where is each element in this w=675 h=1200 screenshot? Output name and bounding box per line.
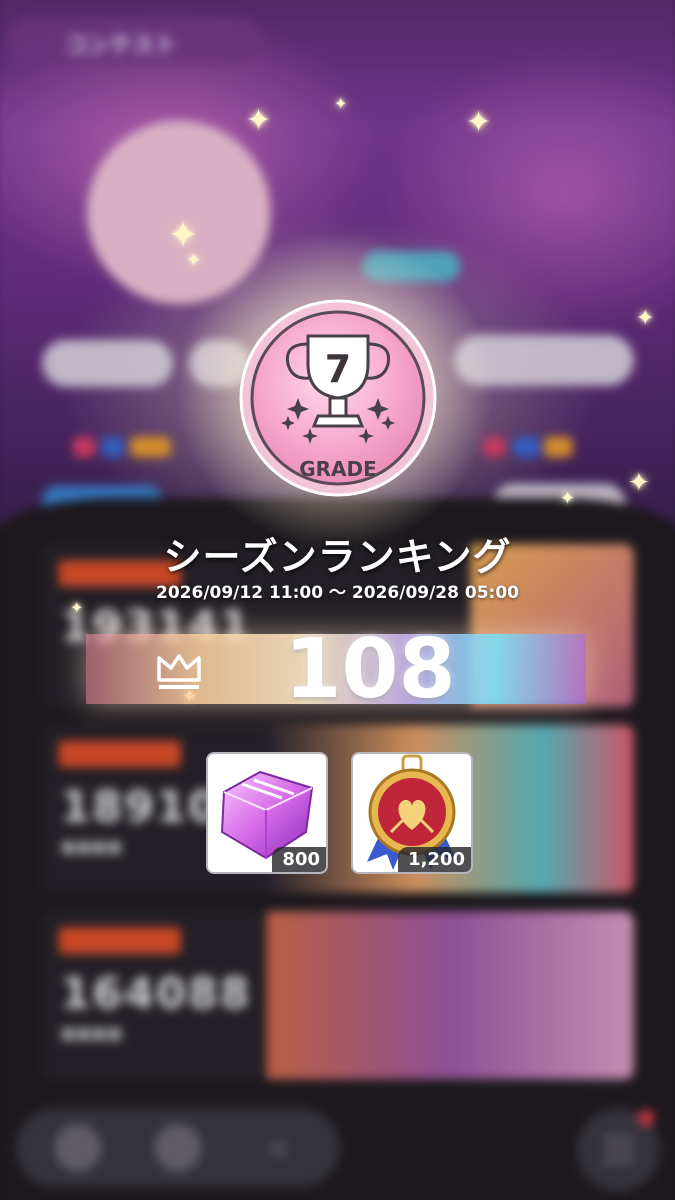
sparkle-icon: ✦	[186, 250, 202, 271]
reward-item[interactable]: 800	[206, 752, 328, 874]
grade-label: GRADE	[299, 457, 377, 481]
reward-quantity: 800	[272, 847, 326, 872]
sparkle-icon: ✦	[636, 306, 655, 331]
reward-item[interactable]: 1,200	[351, 752, 473, 874]
crown-icon	[157, 654, 201, 689]
sparkle-icon: ✦	[466, 105, 492, 140]
rank-value: 108	[284, 622, 456, 717]
sparkle-icon: ✦	[246, 103, 272, 138]
season-period: 2026/09/12 11:00 〜 2026/09/28 05:00	[156, 583, 519, 603]
trophy-icon: 7 GRADE	[239, 299, 437, 497]
reward-quantity: 1,200	[398, 847, 471, 872]
grade-number: 7	[325, 347, 351, 391]
sparkle-icon: ✦	[168, 215, 199, 256]
grade-badge: 7 GRADE	[238, 298, 438, 498]
sparkle-icon: ✦	[560, 488, 576, 509]
season-ranking-title: シーズンランキング	[163, 535, 512, 579]
sparkle-icon: ✦	[628, 468, 650, 498]
sparkle-icon: ✦	[334, 94, 348, 113]
season-ranking-result-screen[interactable]: コンテスト 193141 189100 ■■■■ 164088 ■■■■ « ✦…	[0, 0, 675, 1200]
